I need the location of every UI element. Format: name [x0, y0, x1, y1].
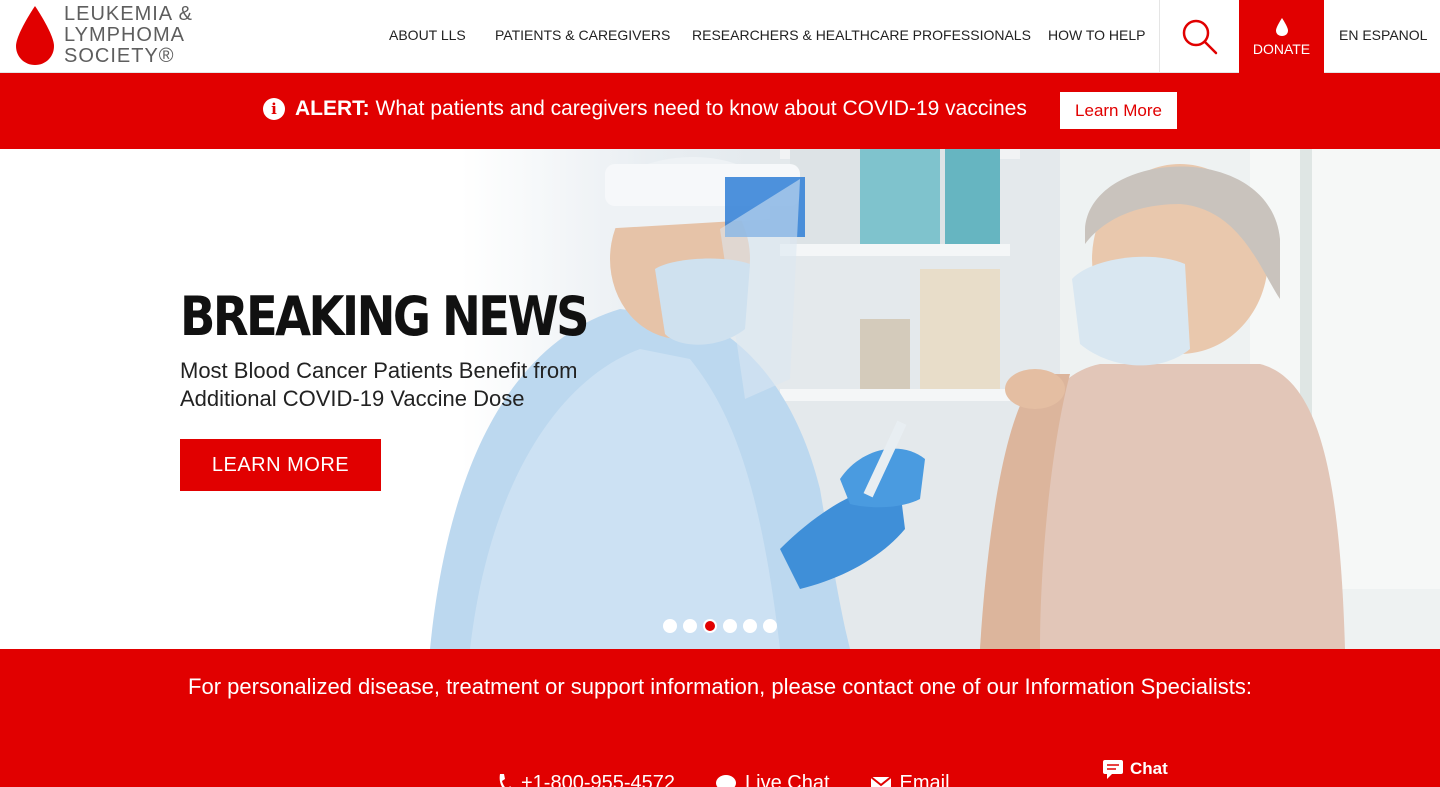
- nav-about-lls[interactable]: ABOUT LLS: [389, 27, 466, 43]
- phone-number: +1-800-955-4572: [521, 772, 676, 787]
- carousel-dot-1[interactable]: [663, 619, 677, 633]
- logo-line-2: LYMPHOMA: [64, 24, 185, 46]
- info-icon: i: [263, 98, 285, 120]
- search-icon: [1182, 19, 1217, 54]
- en-espanol-link[interactable]: EN ESPANOL: [1339, 27, 1427, 43]
- email-link[interactable]: Email: [869, 772, 950, 787]
- live-chat-label: Live Chat: [745, 772, 830, 787]
- carousel-dot-5[interactable]: [743, 619, 757, 633]
- carousel-dot-2[interactable]: [683, 619, 697, 633]
- blood-drop-logo-icon: [16, 6, 54, 65]
- contact-options: +1-800-955-4572 Live Chat Email: [497, 772, 950, 787]
- hero-title: BREAKING NEWS: [180, 285, 590, 348]
- alert-learn-more-button[interactable]: Learn More: [1060, 92, 1177, 129]
- lls-logo[interactable]: LEUKEMIA & LYMPHOMA SOCIETY®: [14, 4, 214, 68]
- drop-icon: [1275, 17, 1288, 36]
- nav-researchers-healthcare[interactable]: RESEARCHERS & HEALTHCARE PROFESSIONALS: [692, 27, 1031, 43]
- hero-learn-more-button[interactable]: LEARN MORE: [180, 439, 381, 491]
- nav-patients-caregivers[interactable]: PATIENTS & CAREGIVERS: [495, 27, 670, 43]
- chat-widget-button[interactable]: Chat: [1102, 758, 1168, 780]
- phone-icon: [499, 773, 512, 787]
- alert-prefix: ALERT:: [295, 97, 370, 120]
- alert-text: ALERT: What patients and caregivers need…: [295, 97, 1027, 121]
- nav-how-to-help[interactable]: HOW TO HELP: [1048, 27, 1146, 43]
- phone-link[interactable]: +1-800-955-4572: [497, 772, 675, 787]
- envelope-icon: [869, 775, 892, 787]
- logo-wordmark: LEUKEMIA & LYMPHOMA SOCIETY®: [64, 4, 193, 67]
- logo-line-3: SOCIETY®: [64, 45, 175, 67]
- contact-text: For personalized disease, treatment or s…: [188, 674, 1252, 699]
- search-button[interactable]: [1159, 0, 1239, 73]
- donate-button[interactable]: DONATE: [1239, 0, 1324, 73]
- chat-label: Chat: [1130, 759, 1168, 778]
- site-header: LEUKEMIA & LYMPHOMA SOCIETY® ABOUT LLS P…: [0, 0, 1440, 73]
- carousel-dot-6[interactable]: [763, 619, 777, 633]
- carousel-dot-4[interactable]: [723, 619, 737, 633]
- live-chat-link[interactable]: Live Chat: [715, 772, 830, 787]
- carousel-dot-3[interactable]: [703, 619, 717, 633]
- hero-subtitle: Most Blood Cancer Patients Benefit from …: [180, 358, 578, 411]
- alert-message: What patients and caregivers need to kno…: [369, 97, 1027, 120]
- email-label: Email: [899, 772, 950, 787]
- logo-line-1: LEUKEMIA &: [64, 3, 193, 25]
- chat-icon: [1103, 760, 1123, 779]
- donate-label: DONATE: [1252, 40, 1311, 57]
- chat-bubble-icon: [716, 774, 737, 787]
- carousel-dots: [663, 619, 777, 633]
